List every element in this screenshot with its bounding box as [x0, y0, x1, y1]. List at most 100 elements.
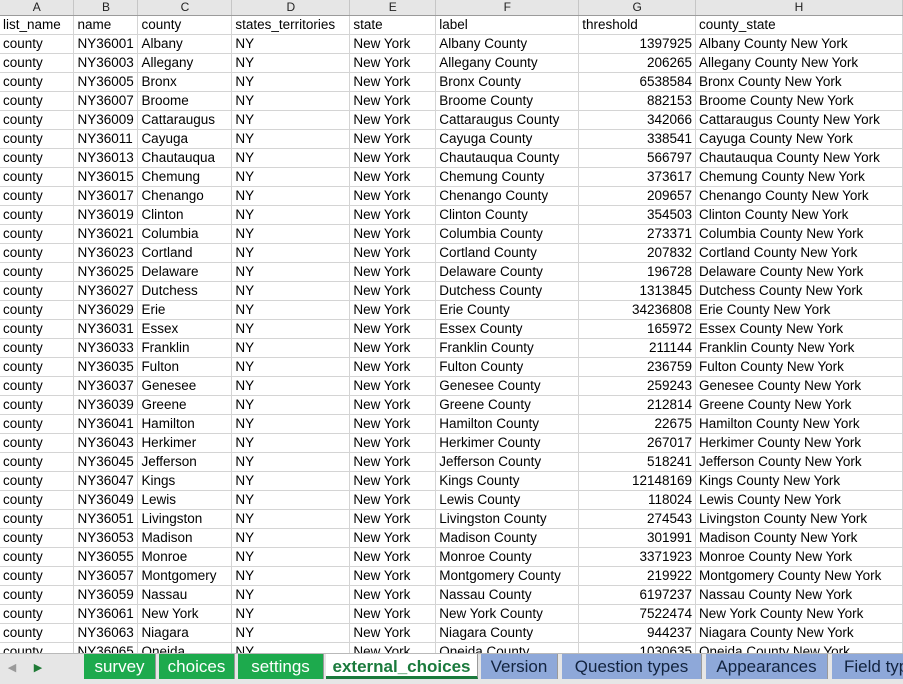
- cell-county-state[interactable]: Fulton County New York: [695, 357, 903, 377]
- cell-states-territories[interactable]: NY: [231, 509, 351, 529]
- cell-county[interactable]: New York: [137, 604, 233, 624]
- cell-county[interactable]: Oneida: [137, 642, 233, 653]
- cell-state[interactable]: New York: [349, 338, 437, 358]
- cell-county[interactable]: Dutchess: [137, 281, 233, 301]
- cell-county-state[interactable]: Greene County New York: [695, 395, 903, 415]
- cell-label[interactable]: Nassau County: [435, 585, 580, 605]
- cell-list-name[interactable]: county: [0, 490, 75, 510]
- cell-list-name[interactable]: county: [0, 91, 75, 111]
- cell-name[interactable]: NY36063: [73, 623, 139, 643]
- cell-list-name[interactable]: county: [0, 623, 75, 643]
- cell-county[interactable]: Lewis: [137, 490, 233, 510]
- cell-county-state[interactable]: Hamilton County New York: [695, 414, 903, 434]
- cell-state[interactable]: New York: [349, 224, 437, 244]
- cell-name[interactable]: NY36023: [73, 243, 139, 263]
- cell-threshold[interactable]: 7522474: [578, 604, 697, 624]
- cell-county-state[interactable]: Oneida County New York: [695, 642, 903, 653]
- cell-name[interactable]: NY36015: [73, 167, 139, 187]
- previous-sheet-icon[interactable]: ◀: [2, 658, 22, 678]
- cell-county-state[interactable]: Chautauqua County New York: [695, 148, 903, 168]
- cell-states-territories[interactable]: NY: [231, 376, 351, 396]
- cell-threshold[interactable]: 219922: [578, 566, 697, 586]
- cell-county[interactable]: Clinton: [137, 205, 233, 225]
- column-header-e[interactable]: E: [349, 0, 437, 16]
- cell-county-state[interactable]: Niagara County New York: [695, 623, 903, 643]
- cell-county[interactable]: Cayuga: [137, 129, 233, 149]
- cell-threshold[interactable]: 6197237: [578, 585, 697, 605]
- column-header-c[interactable]: C: [137, 0, 233, 16]
- column-header-g[interactable]: G: [578, 0, 697, 16]
- cell-county-state[interactable]: Albany County New York: [695, 34, 903, 54]
- cell-threshold[interactable]: 12148169: [578, 471, 697, 491]
- cell-state[interactable]: New York: [349, 604, 437, 624]
- cell-name[interactable]: NY36035: [73, 357, 139, 377]
- cell-state[interactable]: New York: [349, 585, 437, 605]
- cell-county[interactable]: Herkimer: [137, 433, 233, 453]
- cell-header-list-name[interactable]: list_name: [0, 15, 75, 35]
- cell-states-territories[interactable]: NY: [231, 585, 351, 605]
- cell-state[interactable]: New York: [349, 357, 437, 377]
- cell-states-territories[interactable]: NY: [231, 110, 351, 130]
- cell-label[interactable]: Chenango County: [435, 186, 580, 206]
- column-header-a[interactable]: A: [0, 0, 75, 16]
- cell-county[interactable]: Madison: [137, 528, 233, 548]
- cell-county-state[interactable]: Cayuga County New York: [695, 129, 903, 149]
- cell-label[interactable]: Madison County: [435, 528, 580, 548]
- cell-state[interactable]: New York: [349, 490, 437, 510]
- cell-states-territories[interactable]: NY: [231, 205, 351, 225]
- cell-list-name[interactable]: county: [0, 243, 75, 263]
- cell-name[interactable]: NY36039: [73, 395, 139, 415]
- cell-list-name[interactable]: county: [0, 509, 75, 529]
- cell-county[interactable]: Kings: [137, 471, 233, 491]
- cell-name[interactable]: NY36021: [73, 224, 139, 244]
- tab-external-choices[interactable]: external_choices: [326, 654, 478, 679]
- cell-threshold[interactable]: 34236808: [578, 300, 697, 320]
- cell-list-name[interactable]: county: [0, 148, 75, 168]
- cell-label[interactable]: Columbia County: [435, 224, 580, 244]
- cell-states-territories[interactable]: NY: [231, 167, 351, 187]
- cell-county[interactable]: Greene: [137, 395, 233, 415]
- cell-list-name[interactable]: county: [0, 110, 75, 130]
- cell-state[interactable]: New York: [349, 623, 437, 643]
- cell-list-name[interactable]: county: [0, 72, 75, 92]
- cell-threshold[interactable]: 274543: [578, 509, 697, 529]
- cell-state[interactable]: New York: [349, 300, 437, 320]
- cell-name[interactable]: NY36003: [73, 53, 139, 73]
- cell-county-state[interactable]: Columbia County New York: [695, 224, 903, 244]
- cell-states-territories[interactable]: NY: [231, 281, 351, 301]
- cell-county[interactable]: Cattaraugus: [137, 110, 233, 130]
- cell-states-territories[interactable]: NY: [231, 528, 351, 548]
- cell-county-state[interactable]: Chenango County New York: [695, 186, 903, 206]
- cell-label[interactable]: Cortland County: [435, 243, 580, 263]
- cell-states-territories[interactable]: NY: [231, 91, 351, 111]
- cell-county-state[interactable]: Dutchess County New York: [695, 281, 903, 301]
- cell-name[interactable]: NY36051: [73, 509, 139, 529]
- cell-list-name[interactable]: county: [0, 338, 75, 358]
- cell-county-state[interactable]: Livingston County New York: [695, 509, 903, 529]
- cell-label[interactable]: Oneida County: [435, 642, 580, 653]
- cell-county[interactable]: Chemung: [137, 167, 233, 187]
- cell-states-territories[interactable]: NY: [231, 129, 351, 149]
- cell-name[interactable]: NY36027: [73, 281, 139, 301]
- cell-county-state[interactable]: Kings County New York: [695, 471, 903, 491]
- cell-list-name[interactable]: county: [0, 585, 75, 605]
- cell-threshold[interactable]: 207832: [578, 243, 697, 263]
- cell-threshold[interactable]: 342066: [578, 110, 697, 130]
- cell-state[interactable]: New York: [349, 262, 437, 282]
- cell-states-territories[interactable]: NY: [231, 547, 351, 567]
- cell-state[interactable]: New York: [349, 452, 437, 472]
- column-header-d[interactable]: D: [231, 0, 351, 16]
- cell-list-name[interactable]: county: [0, 414, 75, 434]
- cell-county[interactable]: Cortland: [137, 243, 233, 263]
- cell-county-state[interactable]: Montgomery County New York: [695, 566, 903, 586]
- cell-threshold[interactable]: 566797: [578, 148, 697, 168]
- cell-county[interactable]: Allegany: [137, 53, 233, 73]
- cell-county[interactable]: Jefferson: [137, 452, 233, 472]
- cell-county[interactable]: Essex: [137, 319, 233, 339]
- cell-state[interactable]: New York: [349, 186, 437, 206]
- cell-label[interactable]: Monroe County: [435, 547, 580, 567]
- cell-state[interactable]: New York: [349, 53, 437, 73]
- cell-label[interactable]: Greene County: [435, 395, 580, 415]
- cell-threshold[interactable]: 338541: [578, 129, 697, 149]
- cell-name[interactable]: NY36037: [73, 376, 139, 396]
